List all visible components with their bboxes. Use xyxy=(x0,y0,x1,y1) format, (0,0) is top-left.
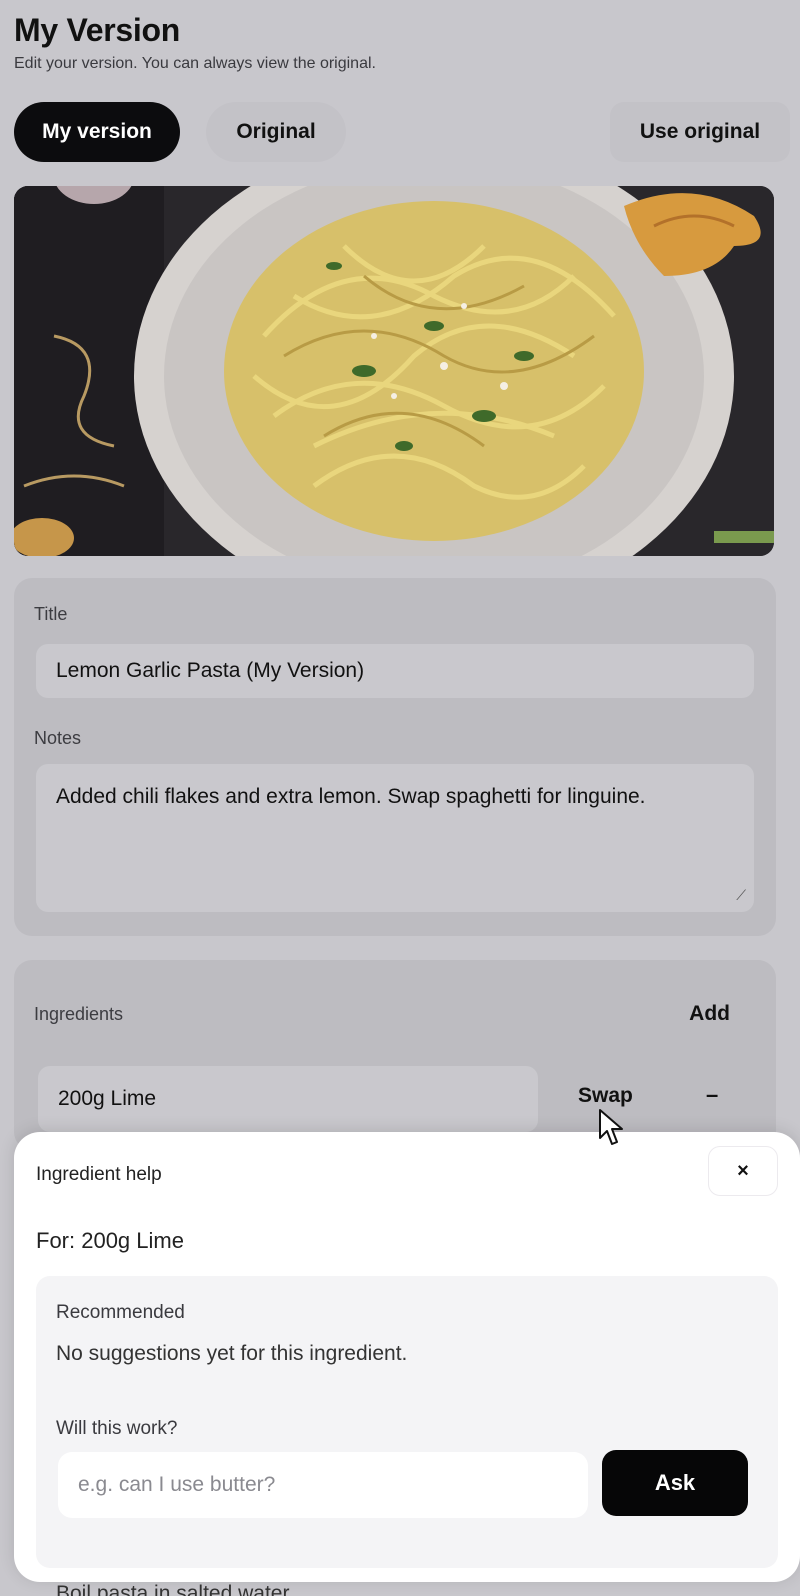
version-tabs: My version Original Use original xyxy=(14,102,790,162)
tab-my-version[interactable]: My version xyxy=(14,102,180,162)
pasta-photo-icon xyxy=(14,186,774,556)
recommended-empty-text: No suggestions yet for this ingredient. xyxy=(56,1342,408,1365)
ingredient-target-text: For: 200g Lime xyxy=(36,1228,184,1253)
close-icon: × xyxy=(737,1159,749,1182)
close-button[interactable]: × xyxy=(708,1146,778,1196)
swap-button[interactable]: Swap xyxy=(578,1084,633,1108)
remove-ingredient-button[interactable]: – xyxy=(706,1082,718,1108)
recommendations-panel: Recommended No suggestions yet for this … xyxy=(36,1276,778,1568)
ingredients-card: Ingredients Add 200g Lime Swap – xyxy=(14,960,776,1150)
ask-button[interactable]: Ask xyxy=(602,1450,748,1516)
sheet-title: Ingredient help xyxy=(36,1164,162,1185)
question-label: Will this work? xyxy=(56,1418,178,1439)
resize-handle-icon[interactable]: ⟋ xyxy=(736,886,746,906)
question-input[interactable] xyxy=(58,1452,588,1518)
notes-text: Added chili flakes and extra lemon. Swap… xyxy=(56,785,646,808)
title-label: Title xyxy=(34,604,68,624)
app-screen: My Version Edit your version. You can al… xyxy=(0,0,800,1596)
notes-field[interactable]: Added chili flakes and extra lemon. Swap… xyxy=(36,764,754,912)
tab-original[interactable]: Original xyxy=(206,102,346,162)
recipe-photo xyxy=(14,186,774,556)
recommended-label: Recommended xyxy=(56,1302,185,1323)
ingredients-label: Ingredients xyxy=(34,1004,124,1024)
step-text: Boil pasta in salted water. xyxy=(56,1582,295,1596)
page-subtitle: Edit your version. You can always view t… xyxy=(14,55,376,72)
use-original-button[interactable]: Use original xyxy=(610,102,790,162)
ingredient-field[interactable]: 200g Lime xyxy=(38,1066,538,1132)
page-header: My Version Edit your version. You can al… xyxy=(14,12,376,73)
mouse-pointer-icon xyxy=(599,1109,623,1145)
add-ingredient-button[interactable]: Add xyxy=(689,1002,730,1026)
notes-label: Notes xyxy=(34,728,82,748)
page-title: My Version xyxy=(14,12,180,48)
ingredient-help-sheet: Ingredient help × For: 200g Lime Recomme… xyxy=(14,1132,800,1582)
title-field[interactable]: Lemon Garlic Pasta (My Version) xyxy=(36,644,754,698)
title-notes-card: Title Lemon Garlic Pasta (My Version) No… xyxy=(14,578,776,936)
